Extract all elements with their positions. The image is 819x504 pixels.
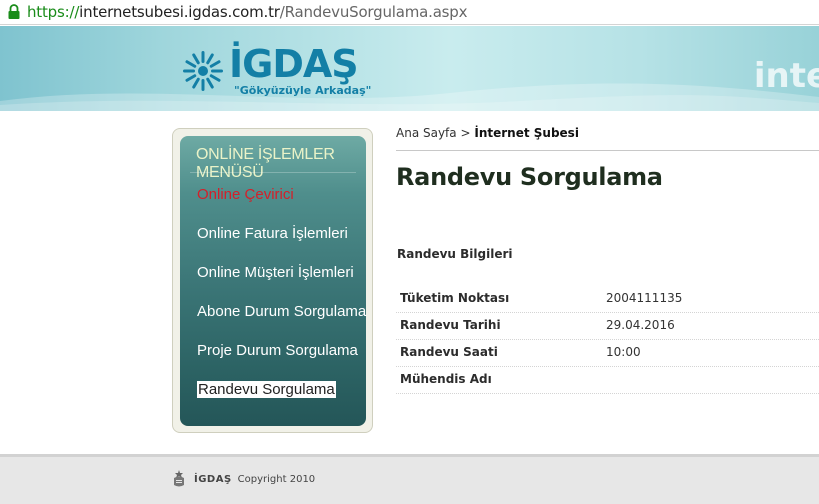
brand-name: İGDAŞ — [229, 42, 359, 86]
breadcrumb-separator: > — [460, 126, 471, 140]
online-menu-frame: ONLİNE İŞLEMLER MENÜSÜ Online Çevirici O… — [172, 128, 373, 433]
lock-icon — [7, 4, 21, 20]
info-label-muhendis-adi: Mühendis Adı — [400, 372, 492, 386]
info-row: Mühendis Adı — [396, 367, 819, 394]
url-host: internetsubesi.igdas.com.tr — [79, 3, 280, 21]
info-row: Randevu Saati 10:00 — [396, 340, 819, 367]
menu-item-randevu-sorgulama[interactable]: Randevu Sorgulama — [197, 381, 336, 398]
brand-slogan: "Gökyüzüyle Arkadaş" — [234, 84, 372, 97]
footer-logo: İGDAŞ Copyright 2010 — [172, 470, 315, 488]
address-bar[interactable]: https://internetsubesi.igdas.com.tr/Rand… — [0, 0, 819, 25]
info-row: Tüketim Noktası 2004111135 — [396, 286, 819, 313]
url-scheme: https:// — [27, 3, 80, 21]
menu-item-online-cevirici[interactable]: Online Çevirici — [197, 186, 294, 203]
online-menu: ONLİNE İŞLEMLER MENÜSÜ Online Çevirici O… — [180, 136, 366, 426]
page-title: Randevu Sorgulama — [396, 163, 663, 191]
info-value-randevu-saati: 10:00 — [606, 345, 641, 359]
info-label-randevu-tarihi: Randevu Tarihi — [400, 318, 501, 332]
info-row: Randevu Tarihi 29.04.2016 — [396, 313, 819, 340]
section-title: Randevu Bilgileri — [397, 247, 513, 261]
menu-title-divider — [190, 172, 356, 173]
footer-brand: İGDAŞ — [194, 473, 232, 485]
banner-right-text: inte — [753, 56, 819, 96]
istanbul-emblem-icon — [174, 470, 184, 487]
info-value-randevu-tarihi: 29.04.2016 — [606, 318, 675, 332]
breadcrumb: Ana Sayfa > İnternet Şubesi — [396, 126, 579, 140]
header-banner: İGDAŞ "Gökyüzüyle Arkadaş" inte — [0, 26, 819, 111]
url-path: /RandevuSorgulama.aspx — [279, 3, 468, 21]
breadcrumb-home-link[interactable]: Ana Sayfa — [396, 126, 457, 140]
footer-copyright: Copyright 2010 — [237, 473, 316, 485]
igdas-logo-mark-icon — [183, 51, 223, 91]
igdas-logo[interactable]: İGDAŞ "Gökyüzüyle Arkadaş" — [181, 45, 371, 97]
menu-item-fatura-islemleri[interactable]: Online Fatura İşlemleri — [197, 225, 348, 242]
footer: İGDAŞ Copyright 2010 — [0, 454, 819, 504]
breadcrumb-current: İnternet Şubesi — [474, 126, 579, 140]
breadcrumb-divider — [396, 150, 819, 151]
appointment-info-table: Tüketim Noktası 2004111135 Randevu Tarih… — [396, 286, 819, 394]
menu-title: ONLİNE İŞLEMLER MENÜSÜ — [196, 146, 335, 181]
menu-item-abone-durum[interactable]: Abone Durum Sorgulama — [197, 303, 366, 320]
menu-item-proje-durum[interactable]: Proje Durum Sorgulama — [197, 342, 358, 359]
info-label-randevu-saati: Randevu Saati — [400, 345, 498, 359]
info-label-tuketim-noktasi: Tüketim Noktası — [400, 291, 510, 305]
url-text[interactable]: https://internetsubesi.igdas.com.tr/Rand… — [27, 3, 467, 21]
banner-wave-decoration — [0, 83, 819, 111]
menu-item-musteri-islemleri[interactable]: Online Müşteri İşlemleri — [197, 264, 354, 281]
info-value-tuketim-noktasi: 2004111135 — [606, 291, 683, 305]
